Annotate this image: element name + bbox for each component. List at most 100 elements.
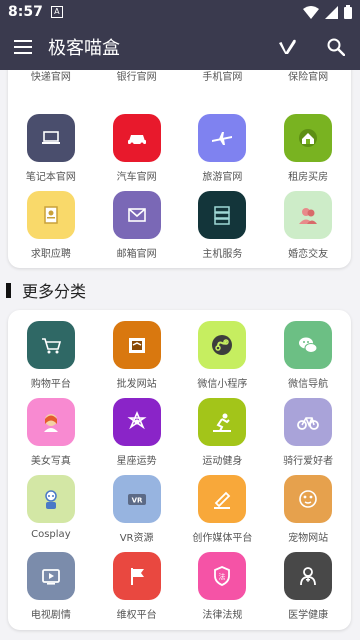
category-card-top: 快递官网 银行官网 手机官网 保险官网 笔记本官网 汽车官网 旅游官网 租房买房求职应… — [8, 70, 351, 268]
grid-item-label: 创作媒体平台 — [192, 533, 253, 544]
grid-item[interactable]: 星座运势 — [94, 398, 180, 475]
grid-item-label: 主机服务 — [202, 249, 243, 260]
grid-item-label: 购物平台 — [30, 379, 71, 390]
laptop-icon — [26, 114, 75, 162]
couple-icon — [284, 191, 333, 239]
grid-item-label: 骑行爱好者 — [283, 456, 334, 467]
grid-item[interactable]: 创作媒体平台 — [180, 475, 266, 552]
grid-item-label: 旅游官网 — [202, 172, 243, 183]
grid-item-label: 微信小程序 — [197, 379, 248, 390]
law-icon: 法 — [198, 552, 247, 600]
house-icon — [284, 114, 333, 162]
status-icons — [303, 5, 352, 19]
tv-icon — [26, 552, 75, 600]
portrait-icon — [26, 398, 75, 446]
grid-item[interactable]: 运动健身 — [180, 398, 266, 475]
mini-program-icon — [198, 321, 247, 369]
section-title: 更多分类 — [22, 282, 87, 301]
grid-item[interactable]: 电视剧情 — [8, 552, 94, 629]
category-card-more: 购物平台 批发网站 微信小程序 微信导航美女写真 星座运势 运动健身 骑行爱好者 Cospla… — [8, 310, 351, 630]
grid-item[interactable]: 医学健康 — [265, 552, 351, 629]
battery-icon — [344, 5, 352, 19]
vimeo-icon[interactable] — [264, 24, 312, 70]
grid-item-label: 银行官网 — [116, 72, 157, 83]
svg-text:法: 法 — [219, 572, 226, 581]
star-icon — [112, 398, 161, 446]
signal-icon — [325, 5, 338, 19]
grid-item-label: 快递官网 — [30, 72, 71, 83]
grid-item[interactable]: 微信导航 — [265, 321, 351, 398]
grid-item-label: 宠物网站 — [288, 533, 329, 544]
grid-more: 购物平台 批发网站 微信小程序 微信导航美女写真 星座运势 运动健身 骑行爱好者 Cospla… — [8, 310, 351, 629]
grid-item-label: 医学健康 — [288, 610, 329, 621]
grid-item[interactable]: 微信小程序 — [180, 321, 266, 398]
grid-item[interactable]: 美女写真 — [8, 398, 94, 475]
grid-item-label: 租房买房 — [288, 172, 329, 183]
grid-top: 笔记本官网 汽车官网 旅游官网 租房买房求职应聘 邮箱官网 主机服务 婚恋交友 — [8, 114, 351, 268]
pet-icon — [284, 475, 333, 523]
fitness-icon — [198, 398, 247, 446]
grid-item[interactable]: Cosplay — [8, 475, 94, 552]
status-bar: 8:57 A — [0, 0, 360, 24]
grid-item-label: 邮箱官网 — [116, 249, 157, 260]
wholesale-icon — [112, 321, 161, 369]
server-icon — [198, 191, 247, 239]
grid-item-label: 求职应聘 — [30, 249, 71, 260]
grid-item[interactable]: 主机服务 — [180, 191, 266, 268]
grid-item[interactable]: 邮箱官网 — [94, 191, 180, 268]
grid-item[interactable]: 银行官网 — [94, 70, 180, 90]
search-icon[interactable] — [312, 24, 360, 70]
grid-item[interactable]: 求职应聘 — [8, 191, 94, 268]
grid-item[interactable]: 维权平台 — [94, 552, 180, 629]
grid-item[interactable]: 快递官网 — [8, 70, 94, 90]
grid-item[interactable]: 批发网站 — [94, 321, 180, 398]
grid-item[interactable]: 法法律法规 — [180, 552, 266, 629]
wifi-icon — [303, 5, 319, 19]
car-icon — [112, 114, 161, 162]
resume-icon — [26, 191, 75, 239]
grid-item[interactable]: 汽车官网 — [94, 114, 180, 191]
grid-item[interactable]: 手机官网 — [180, 70, 266, 90]
grid-item-label: 手机官网 — [202, 72, 243, 83]
vr-icon: VR — [112, 475, 161, 523]
grid-item-label: 笔记本官网 — [25, 172, 76, 183]
grid-item-label: 汽车官网 — [116, 172, 157, 183]
svg-text:VR: VR — [131, 497, 142, 505]
grid-item-label: 电视剧情 — [30, 610, 71, 621]
grid-item-label: 美女写真 — [30, 456, 71, 467]
grid-item-label: 运动健身 — [202, 456, 243, 467]
grid-item-label: VR资源 — [119, 533, 154, 544]
partial-row: 快递官网 银行官网 手机官网 保险官网 — [8, 70, 351, 90]
grid-item[interactable]: 宠物网站 — [265, 475, 351, 552]
content-scroll[interactable]: 快递官网 银行官网 手机官网 保险官网 笔记本官网 汽车官网 旅游官网 租房买房求职应… — [0, 70, 360, 640]
section-header-more: 更多分类 — [0, 270, 360, 310]
grid-item[interactable]: 骑行爱好者 — [265, 398, 351, 475]
doctor-icon — [284, 552, 333, 600]
pen-icon — [198, 475, 247, 523]
grid-item[interactable]: 租房买房 — [265, 114, 351, 191]
grid-item-label: 微信导航 — [288, 379, 329, 390]
grid-item[interactable]: 婚恋交友 — [265, 191, 351, 268]
cosplay-icon — [26, 475, 75, 523]
grid-item[interactable]: 旅游官网 — [180, 114, 266, 191]
grid-item[interactable]: 笔记本官网 — [8, 114, 94, 191]
grid-item-label: 法律法规 — [202, 610, 243, 621]
app-title: 极客喵盒 — [48, 38, 120, 59]
mail-icon — [112, 191, 161, 239]
flag-icon — [112, 552, 161, 600]
cart-icon — [26, 321, 75, 369]
grid-item-label: 婚恋交友 — [288, 249, 329, 260]
grid-item[interactable]: 保险官网 — [265, 70, 351, 90]
menu-icon[interactable] — [0, 24, 46, 70]
grid-item-label: 保险官网 — [288, 72, 329, 83]
grid-item-label: 维权平台 — [116, 610, 157, 621]
wechat-icon — [284, 321, 333, 369]
grid-item-label: Cosplay — [31, 529, 71, 540]
airplane-icon — [198, 114, 247, 162]
app-bar: 极客喵盒 — [0, 24, 360, 70]
grid-item[interactable]: 购物平台 — [8, 321, 94, 398]
grid-item-label: 星座运势 — [116, 456, 157, 467]
grid-item-label: 批发网站 — [116, 379, 157, 390]
grid-item[interactable]: VR VR资源 — [94, 475, 180, 552]
status-time: 8:57 — [8, 4, 43, 20]
